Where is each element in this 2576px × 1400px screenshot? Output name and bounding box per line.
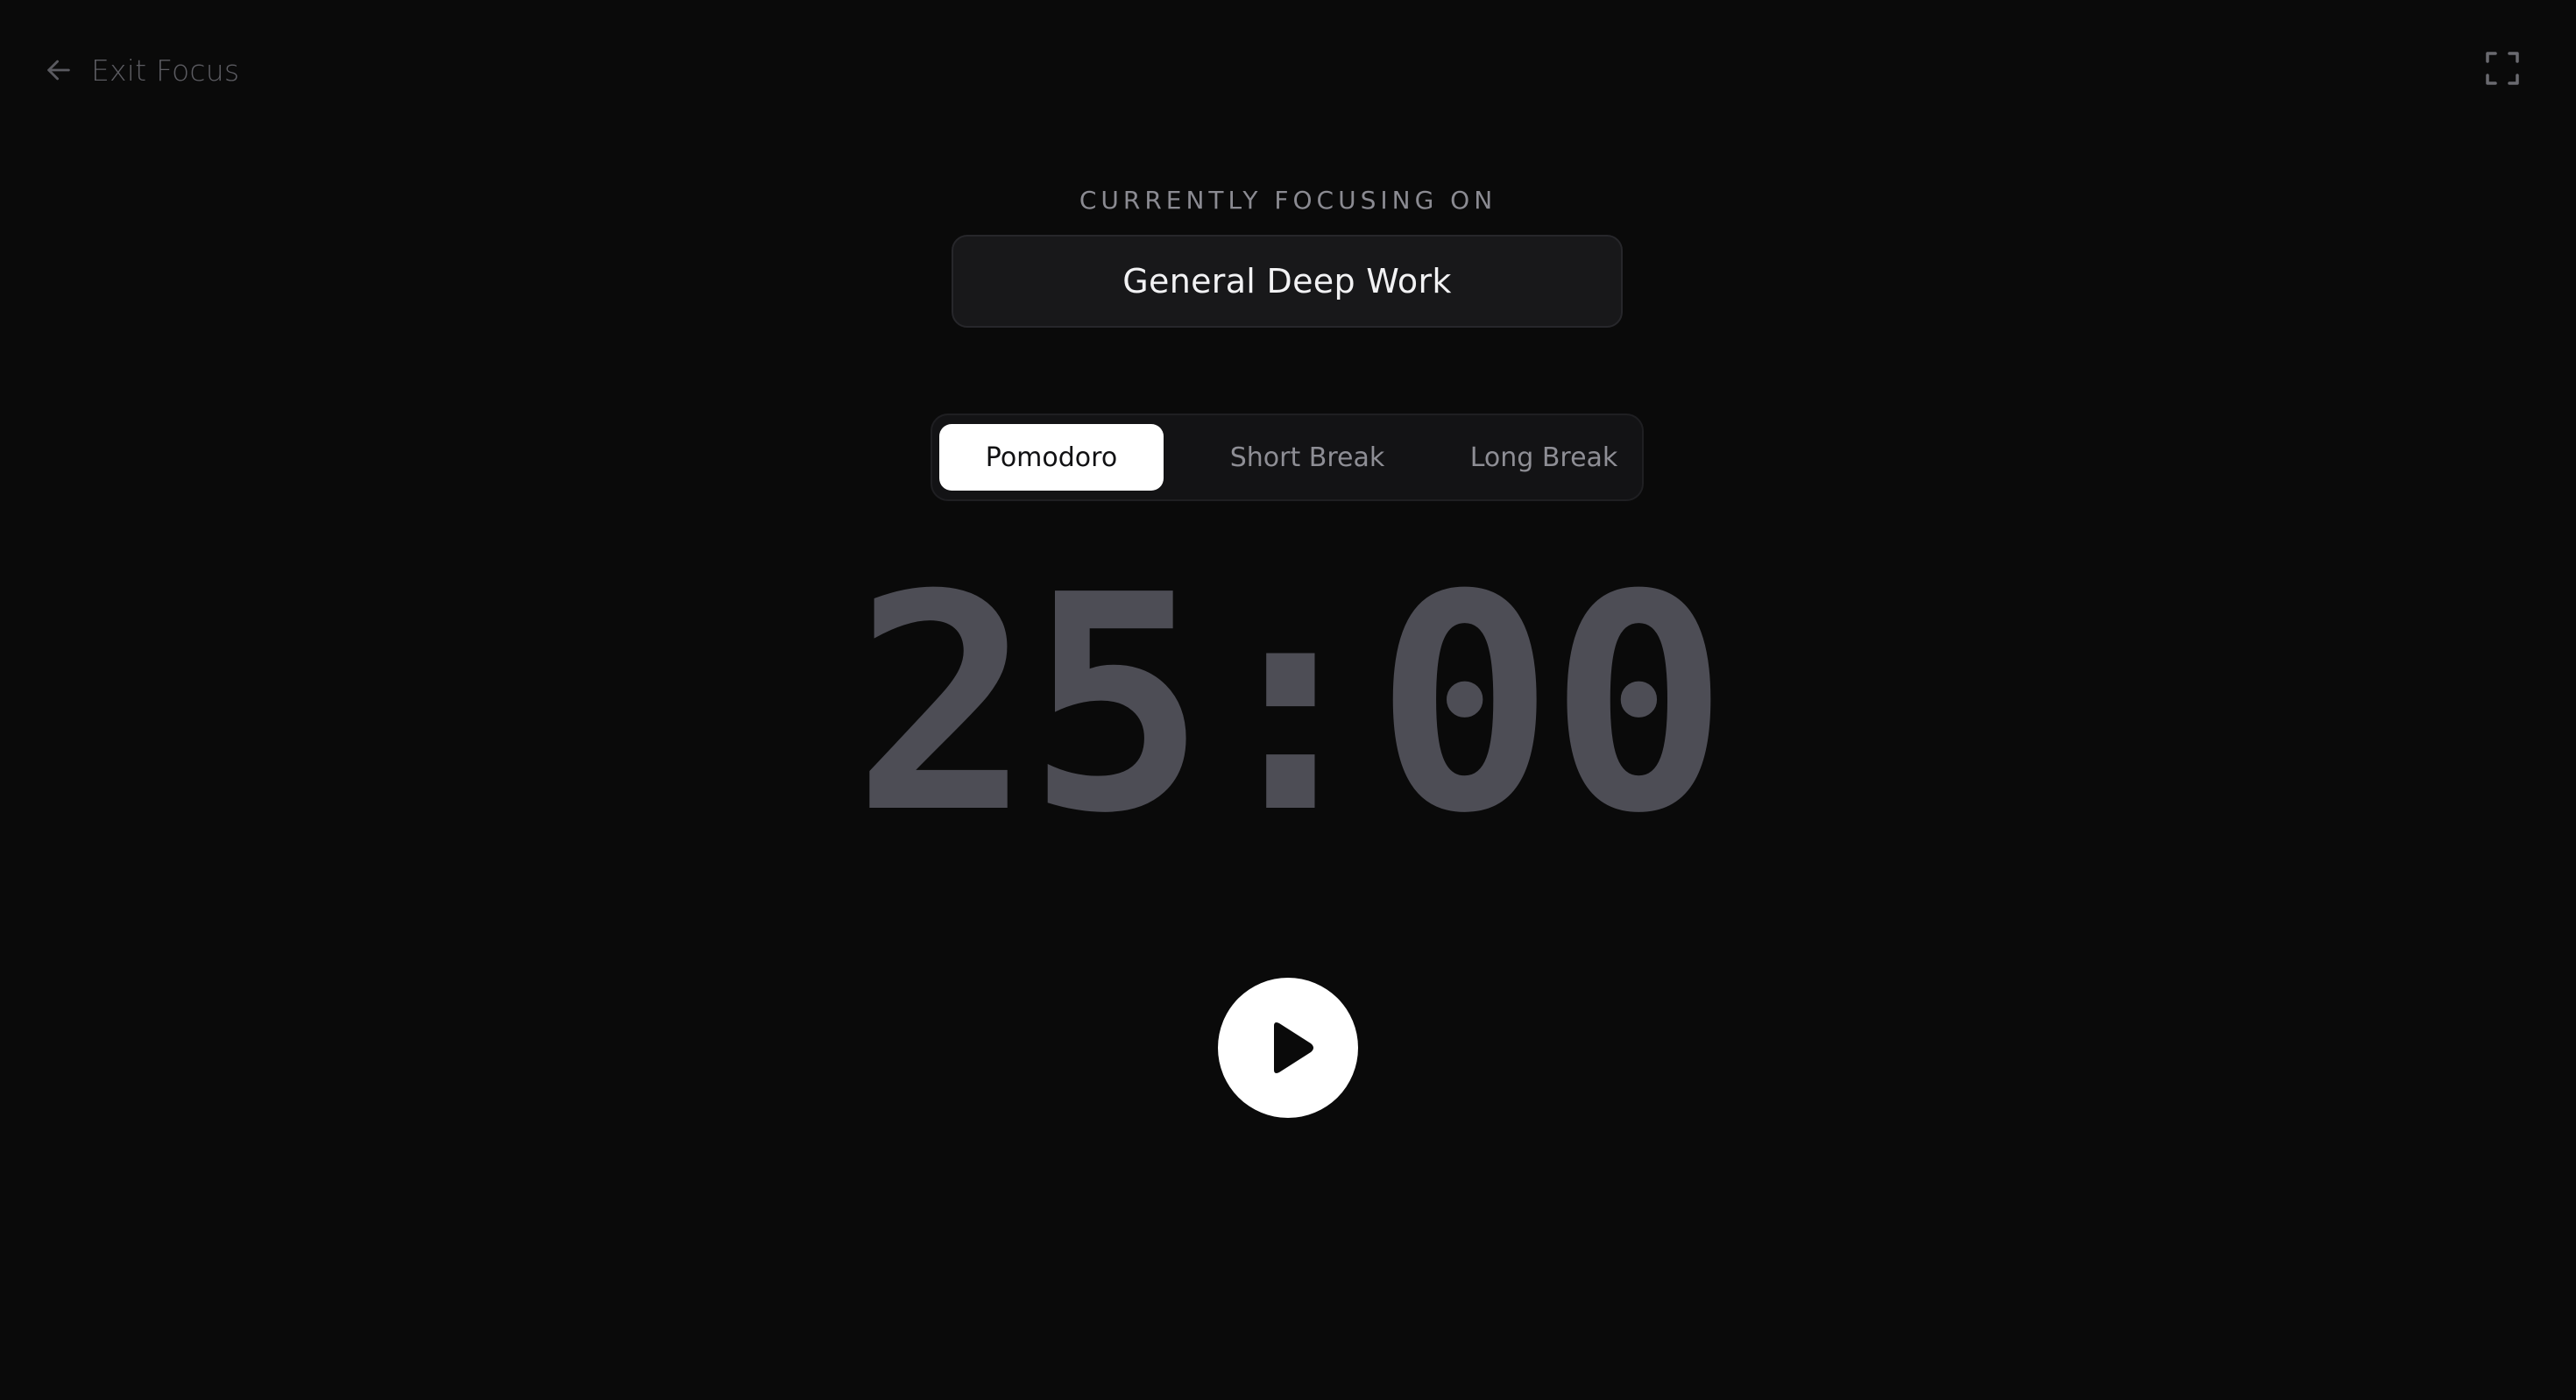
current-task-box[interactable]: General Deep Work [952, 235, 1623, 328]
focus-page: Exit Focus CURRENTLY FOCUSING ON General… [0, 0, 2576, 1400]
play-icon [1260, 1021, 1316, 1075]
fullscreen-icon [2485, 51, 2520, 86]
mode-selector: Pomodoro Short Break Long Break [931, 414, 1644, 501]
tab-long-break[interactable]: Long Break [1432, 424, 1656, 491]
tab-short-break[interactable]: Short Break [1195, 424, 1419, 491]
tab-pomodoro[interactable]: Pomodoro [939, 424, 1164, 491]
exit-focus-label: Exit Focus [91, 53, 240, 88]
exit-focus-button[interactable]: Exit Focus [44, 49, 239, 91]
timer-display: 25:00 [853, 532, 1729, 879]
fullscreen-button[interactable] [2485, 51, 2520, 86]
focus-label: CURRENTLY FOCUSING ON [1079, 186, 1497, 215]
current-task-text: General Deep Work [1122, 262, 1452, 301]
arrow-left-icon [44, 55, 74, 85]
play-button[interactable] [1218, 978, 1358, 1118]
